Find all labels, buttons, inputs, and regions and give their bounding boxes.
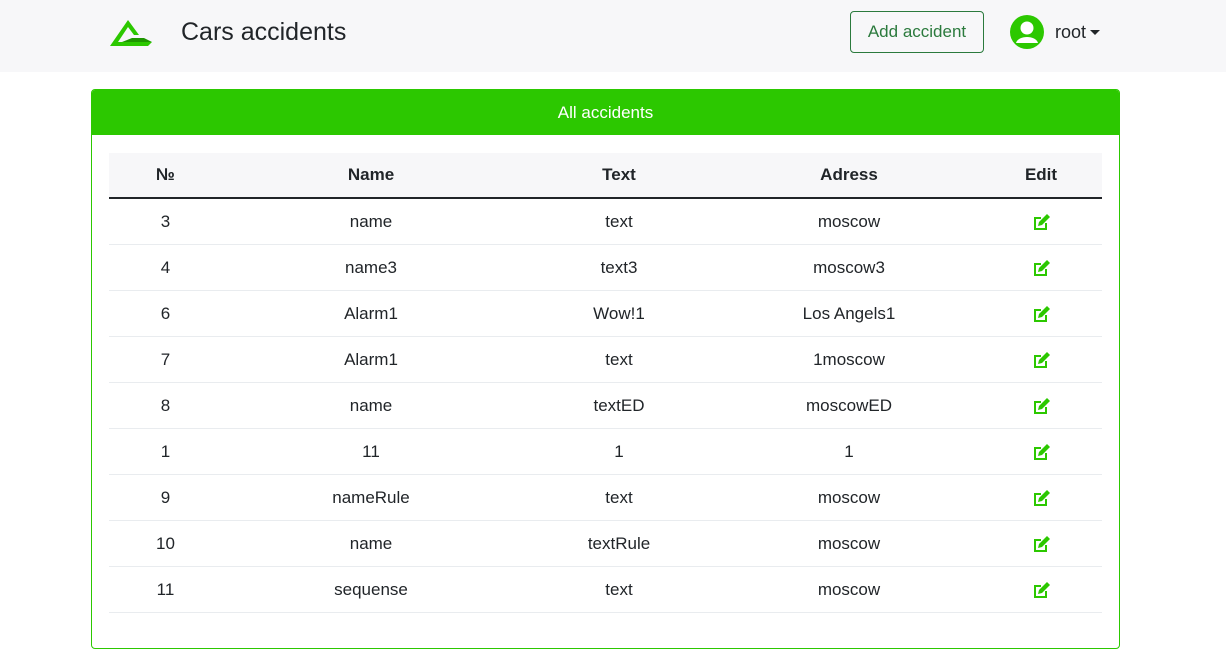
table-header: № Name Text Adress Edit [109, 153, 1102, 199]
edit-icon[interactable] [1031, 351, 1051, 369]
table-body: 3 name text moscow 4 name3 text3 moscow3 6 Alarm1… [109, 199, 1102, 613]
cell-name: name [349, 533, 393, 553]
cell-name: sequense [334, 579, 408, 599]
cell-address: 1 [844, 441, 854, 461]
cell-number: 7 [160, 349, 171, 369]
cell-text: textED [593, 395, 645, 415]
accidents-card: All accidents № Name Text Adress Edit 3 n… [91, 89, 1120, 649]
table-row: 1 11 1 1 [109, 429, 1102, 475]
chevron-down-icon [1090, 29, 1101, 35]
cell-address: moscowED [806, 395, 892, 415]
cell-number: 8 [160, 395, 171, 415]
cell-address: moscow [817, 533, 881, 553]
cell-text: Wow!1 [593, 303, 645, 323]
cell-text: textRule [587, 533, 651, 553]
cell-name: nameRule [332, 487, 410, 507]
cell-number: 6 [160, 303, 171, 323]
column-header-number: № [156, 165, 175, 184]
table-row: 8 name textED moscowED [109, 383, 1102, 429]
cell-name: Alarm1 [344, 349, 398, 369]
cell-number: 11 [156, 579, 175, 599]
table-row: 6 Alarm1 Wow!1 Los Angels1 [109, 291, 1102, 337]
edit-icon[interactable] [1031, 213, 1051, 231]
table-row: 9 nameRule text moscow [109, 475, 1102, 521]
navbar: Cars accidents Add accident root [0, 0, 1226, 72]
cell-number: 10 [156, 533, 175, 553]
accidents-table: № Name Text Adress Edit 3 name text moscow 4… [109, 153, 1102, 613]
cell-address: 1moscow [813, 349, 885, 369]
user-name: root [1055, 21, 1087, 42]
edit-button[interactable] [980, 397, 1102, 415]
edit-button[interactable] [980, 581, 1102, 599]
cell-number: 9 [160, 487, 171, 507]
table-row: 3 name text moscow [109, 199, 1102, 245]
cell-address: moscow [817, 211, 881, 231]
cell-address: Los Angels1 [802, 303, 896, 323]
logo-icon[interactable] [108, 18, 154, 48]
table-row: 7 Alarm1 text 1moscow [109, 337, 1102, 383]
cell-name: Alarm1 [344, 303, 398, 323]
column-header-address: Adress [820, 165, 878, 184]
column-header-edit: Edit [1024, 165, 1058, 184]
table-row: 4 name3 text3 moscow3 [109, 245, 1102, 291]
card-title: All accidents [92, 90, 1119, 135]
edit-icon[interactable] [1031, 259, 1051, 277]
edit-icon[interactable] [1031, 489, 1051, 507]
cell-text: text [605, 487, 633, 507]
column-header-text: Text [602, 165, 636, 184]
cell-number: 4 [160, 257, 171, 277]
edit-icon[interactable] [1031, 397, 1051, 415]
edit-icon[interactable] [1031, 581, 1051, 599]
edit-icon[interactable] [1031, 305, 1051, 323]
add-accident-button[interactable]: Add accident [850, 11, 984, 53]
edit-icon[interactable] [1031, 535, 1051, 553]
cell-text: text3 [600, 257, 638, 277]
cell-name: name [349, 211, 393, 231]
cell-text: text [605, 211, 633, 231]
cell-name: 11 [362, 441, 380, 461]
table-row: 11 sequense text moscow [109, 567, 1102, 613]
user-circle-icon [1010, 15, 1044, 49]
cell-address: moscow [817, 579, 881, 599]
brand-title[interactable]: Cars accidents [181, 16, 346, 48]
cell-name: name3 [345, 257, 397, 277]
cell-address: moscow [817, 487, 881, 507]
cell-text: text [605, 579, 633, 599]
cell-address: moscow3 [813, 257, 885, 277]
edit-icon[interactable] [1031, 443, 1051, 461]
edit-button[interactable] [980, 443, 1102, 461]
cell-text: 1 [614, 441, 624, 461]
table-row: 10 name textRule moscow [109, 521, 1102, 567]
edit-button[interactable] [980, 259, 1102, 277]
edit-button[interactable] [980, 213, 1102, 231]
column-header-name: Name [347, 165, 395, 184]
cell-number: 3 [160, 211, 171, 231]
cell-name: name [349, 395, 393, 415]
edit-button[interactable] [980, 535, 1102, 553]
cell-number: 1 [160, 441, 171, 461]
cell-text: text [605, 349, 633, 369]
edit-button[interactable] [980, 305, 1102, 323]
edit-button[interactable] [980, 351, 1102, 369]
user-menu[interactable]: root [1009, 14, 1101, 50]
edit-button[interactable] [980, 489, 1102, 507]
